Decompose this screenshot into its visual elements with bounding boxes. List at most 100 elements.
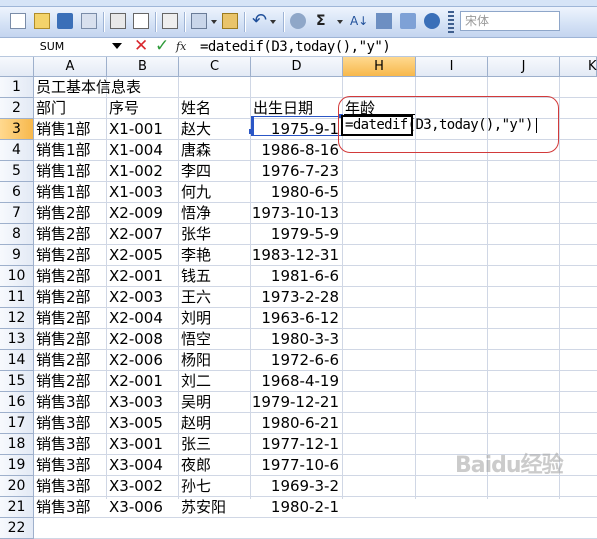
- autosum-icon[interactable]: Σ: [316, 12, 326, 30]
- cell-dept[interactable]: 销售2部: [36, 329, 106, 350]
- cell-name[interactable]: 赵明: [181, 413, 251, 434]
- cell-dept[interactable]: 销售2部: [36, 371, 106, 392]
- cell-birth[interactable]: 1969-3-2: [251, 476, 339, 497]
- cell-id[interactable]: X3-003: [109, 392, 179, 413]
- cell-dept[interactable]: 销售3部: [36, 434, 106, 455]
- cell-birth[interactable]: 1977-12-1: [251, 434, 339, 455]
- format-painter-icon[interactable]: [222, 13, 238, 29]
- cell-birth[interactable]: 1976-7-23: [251, 161, 339, 182]
- cell-dept[interactable]: 销售3部: [36, 392, 106, 413]
- hyperlink-icon[interactable]: [290, 13, 306, 29]
- print-icon[interactable]: [110, 13, 126, 29]
- row-header[interactable]: 12: [0, 308, 34, 329]
- column-header[interactable]: K: [560, 57, 597, 76]
- row-header[interactable]: 9: [0, 245, 34, 266]
- header-id[interactable]: 序号: [109, 98, 179, 119]
- column-header[interactable]: A: [34, 57, 107, 76]
- cell-birth[interactable]: 1973-10-13: [251, 203, 339, 224]
- row-header[interactable]: 16: [0, 392, 34, 413]
- undo-icon[interactable]: ↶: [252, 12, 267, 30]
- cell-id[interactable]: X3-002: [109, 476, 179, 497]
- cell-dept[interactable]: 销售2部: [36, 308, 106, 329]
- cell-dept[interactable]: 销售3部: [36, 413, 106, 434]
- cancel-edit-button[interactable]: ✕: [134, 36, 148, 56]
- cell-birth[interactable]: 1986-8-16: [251, 140, 339, 161]
- row-header[interactable]: 15: [0, 371, 34, 392]
- cell-name[interactable]: 唐森: [181, 140, 251, 161]
- paste-dropdown-icon[interactable]: [211, 20, 217, 24]
- autosum-dropdown-icon[interactable]: [337, 20, 343, 24]
- cell-birth[interactable]: 1973-2-28: [251, 287, 339, 308]
- cell-birth[interactable]: 1981-6-6: [251, 266, 339, 287]
- cell-id[interactable]: X2-004: [109, 308, 179, 329]
- row-header[interactable]: 19: [0, 455, 34, 476]
- cell-name[interactable]: 张华: [181, 224, 251, 245]
- row-header[interactable]: 5: [0, 161, 34, 182]
- cell-dept[interactable]: 销售1部: [36, 182, 106, 203]
- cell-birth[interactable]: 1980-6-21: [251, 413, 339, 434]
- print-preview-icon[interactable]: [133, 13, 149, 29]
- cell-dept[interactable]: 销售2部: [36, 350, 106, 371]
- cell-dept[interactable]: 销售1部: [36, 161, 106, 182]
- cell-name[interactable]: 刘明: [181, 308, 251, 329]
- cell-name[interactable]: 王六: [181, 287, 251, 308]
- formula-input[interactable]: =datedif(D3,today(),"y"): [200, 38, 391, 56]
- cell-id[interactable]: X2-005: [109, 245, 179, 266]
- row-header[interactable]: 20: [0, 476, 34, 497]
- cell-dept[interactable]: 销售2部: [36, 245, 106, 266]
- cell-id[interactable]: X1-001: [109, 119, 179, 140]
- cell-name[interactable]: 吴明: [181, 392, 251, 413]
- cell-dept[interactable]: 销售3部: [36, 476, 106, 497]
- cell-dept[interactable]: 销售2部: [36, 224, 106, 245]
- cell-name[interactable]: 何九: [181, 182, 251, 203]
- undo-dropdown-icon[interactable]: [270, 20, 276, 24]
- header-dept[interactable]: 部门: [36, 98, 106, 119]
- cell-name[interactable]: 赵大: [181, 119, 251, 140]
- cell-id[interactable]: X2-007: [109, 224, 179, 245]
- row-header[interactable]: 4: [0, 140, 34, 161]
- cell-dept[interactable]: 销售2部: [36, 287, 106, 308]
- cell-name[interactable]: 孙七: [181, 476, 251, 497]
- paste-icon[interactable]: [191, 13, 207, 29]
- cell-name[interactable]: 夜郎: [181, 455, 251, 476]
- row-header[interactable]: 1: [0, 77, 34, 98]
- cell-birth[interactable]: 1983-12-31: [251, 245, 339, 266]
- cell-dept[interactable]: 销售1部: [36, 119, 106, 140]
- cell-birth[interactable]: 1980-6-5: [251, 182, 339, 203]
- row-header[interactable]: 3: [0, 119, 34, 140]
- cell-birth[interactable]: 1963-6-12: [251, 308, 339, 329]
- cell-dept[interactable]: 销售3部: [36, 497, 106, 518]
- column-header[interactable]: D: [251, 57, 343, 76]
- cell-name[interactable]: 钱五: [181, 266, 251, 287]
- cell-name[interactable]: 张三: [181, 434, 251, 455]
- open-folder-icon[interactable]: [34, 13, 50, 29]
- cell-id[interactable]: X3-006: [109, 497, 179, 518]
- cell-birth[interactable]: 1979-5-9: [251, 224, 339, 245]
- header-name[interactable]: 姓名: [181, 98, 251, 119]
- row-header[interactable]: 22: [0, 518, 34, 539]
- permission-icon[interactable]: [81, 13, 97, 29]
- cell-dept[interactable]: 销售2部: [36, 203, 106, 224]
- cell-id[interactable]: X2-009: [109, 203, 179, 224]
- row-header[interactable]: 10: [0, 266, 34, 287]
- cell-id[interactable]: X2-003: [109, 287, 179, 308]
- cell-birth[interactable]: 1979-12-21: [251, 392, 339, 413]
- column-header[interactable]: I: [416, 57, 488, 76]
- research-icon[interactable]: [162, 13, 178, 29]
- row-header[interactable]: 17: [0, 413, 34, 434]
- cell-id[interactable]: X3-005: [109, 413, 179, 434]
- row-header[interactable]: 21: [0, 497, 34, 518]
- new-document-icon[interactable]: [10, 13, 26, 29]
- cell-dept[interactable]: 销售2部: [36, 266, 106, 287]
- help-icon[interactable]: [424, 13, 440, 29]
- font-name-box[interactable]: 宋体: [460, 11, 560, 31]
- cell-name[interactable]: 悟净: [181, 203, 251, 224]
- row-header[interactable]: 2: [0, 98, 34, 119]
- cell-id[interactable]: X1-004: [109, 140, 179, 161]
- name-box-dropdown-icon[interactable]: [112, 43, 122, 49]
- cell-dept[interactable]: 销售3部: [36, 455, 106, 476]
- reference-handle[interactable]: [249, 129, 254, 134]
- column-header[interactable]: H: [343, 57, 416, 76]
- cell-birth[interactable]: 1972-6-6: [251, 350, 339, 371]
- row-header[interactable]: 11: [0, 287, 34, 308]
